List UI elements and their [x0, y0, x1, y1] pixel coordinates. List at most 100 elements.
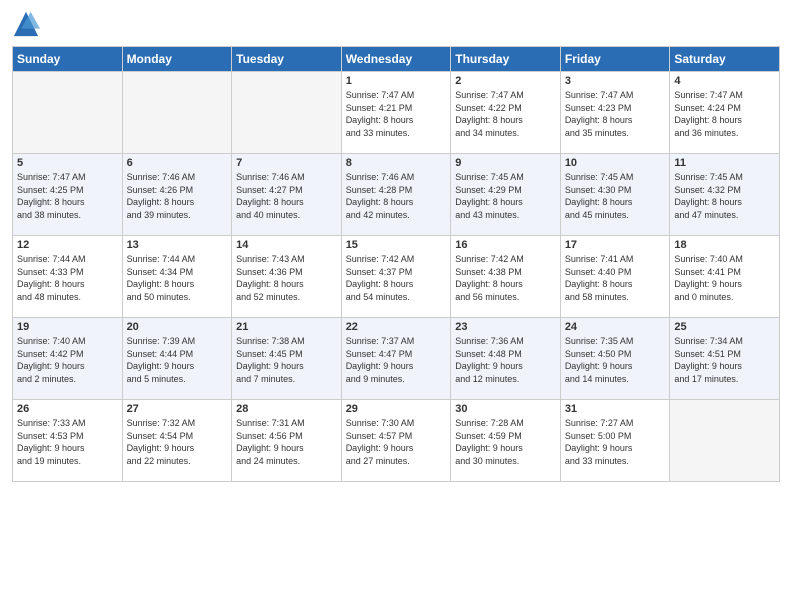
cell-content: Sunrise: 7:46 AM Sunset: 4:26 PM Dayligh…: [127, 171, 228, 221]
day-number: 20: [127, 321, 228, 333]
cell-content: Sunrise: 7:35 AM Sunset: 4:50 PM Dayligh…: [565, 335, 666, 385]
cell-content: Sunrise: 7:33 AM Sunset: 4:53 PM Dayligh…: [17, 417, 118, 467]
calendar-cell: 30 Sunrise: 7:28 AM Sunset: 4:59 PM Dayli…: [451, 400, 561, 482]
cell-content: Sunrise: 7:47 AM Sunset: 4:21 PM Dayligh…: [346, 89, 447, 139]
cell-content: Sunrise: 7:40 AM Sunset: 4:42 PM Dayligh…: [17, 335, 118, 385]
calendar-cell: 22 Sunrise: 7:37 AM Sunset: 4:47 PM Dayli…: [341, 318, 451, 400]
calendar-header-row: SundayMondayTuesdayWednesdayThursdayFrid…: [13, 47, 780, 72]
calendar-cell: 16 Sunrise: 7:42 AM Sunset: 4:38 PM Dayli…: [451, 236, 561, 318]
calendar-cell: 6 Sunrise: 7:46 AM Sunset: 4:26 PM Daylig…: [122, 154, 232, 236]
cell-content: Sunrise: 7:46 AM Sunset: 4:28 PM Dayligh…: [346, 171, 447, 221]
cell-content: Sunrise: 7:44 AM Sunset: 4:33 PM Dayligh…: [17, 253, 118, 303]
day-number: 24: [565, 321, 666, 333]
day-number: 7: [236, 157, 337, 169]
day-number: 3: [565, 75, 666, 87]
cell-content: Sunrise: 7:46 AM Sunset: 4:27 PM Dayligh…: [236, 171, 337, 221]
day-number: 27: [127, 403, 228, 415]
calendar-cell: 24 Sunrise: 7:35 AM Sunset: 4:50 PM Dayli…: [560, 318, 670, 400]
logo: [12, 10, 44, 38]
cell-content: Sunrise: 7:45 AM Sunset: 4:29 PM Dayligh…: [455, 171, 556, 221]
cell-content: Sunrise: 7:40 AM Sunset: 4:41 PM Dayligh…: [674, 253, 775, 303]
cell-content: Sunrise: 7:47 AM Sunset: 4:25 PM Dayligh…: [17, 171, 118, 221]
cell-content: Sunrise: 7:28 AM Sunset: 4:59 PM Dayligh…: [455, 417, 556, 467]
day-number: 28: [236, 403, 337, 415]
day-number: 6: [127, 157, 228, 169]
cell-content: Sunrise: 7:47 AM Sunset: 4:24 PM Dayligh…: [674, 89, 775, 139]
calendar-cell: 12Sunrise: 7:44 AM Sunset: 4:33 PM Dayli…: [13, 236, 123, 318]
day-number: 4: [674, 75, 775, 87]
day-header-sunday: Sunday: [13, 47, 123, 72]
day-number: 16: [455, 239, 556, 251]
day-number: 10: [565, 157, 666, 169]
calendar-cell: 26 Sunrise: 7:33 AM Sunset: 4:53 PM Dayli…: [13, 400, 123, 482]
day-number: 17: [565, 239, 666, 251]
cell-content: Sunrise: 7:36 AM Sunset: 4:48 PM Dayligh…: [455, 335, 556, 385]
calendar-cell: 9 Sunrise: 7:45 AM Sunset: 4:29 PM Daylig…: [451, 154, 561, 236]
day-number: 31: [565, 403, 666, 415]
calendar-week-row: 26 Sunrise: 7:33 AM Sunset: 4:53 PM Dayli…: [13, 400, 780, 482]
calendar-cell: 1 Sunrise: 7:47 AM Sunset: 4:21 PM Daylig…: [341, 72, 451, 154]
calendar-cell: 8 Sunrise: 7:46 AM Sunset: 4:28 PM Daylig…: [341, 154, 451, 236]
day-number: 8: [346, 157, 447, 169]
cell-content: Sunrise: 7:38 AM Sunset: 4:45 PM Dayligh…: [236, 335, 337, 385]
day-number: 18: [674, 239, 775, 251]
day-number: 26: [17, 403, 118, 415]
cell-content: Sunrise: 7:37 AM Sunset: 4:47 PM Dayligh…: [346, 335, 447, 385]
day-number: 30: [455, 403, 556, 415]
calendar-cell: 15 Sunrise: 7:42 AM Sunset: 4:37 PM Dayli…: [341, 236, 451, 318]
cell-content: Sunrise: 7:45 AM Sunset: 4:32 PM Dayligh…: [674, 171, 775, 221]
calendar-cell: 18 Sunrise: 7:40 AM Sunset: 4:41 PM Dayli…: [670, 236, 780, 318]
day-number: 23: [455, 321, 556, 333]
cell-content: Sunrise: 7:47 AM Sunset: 4:23 PM Dayligh…: [565, 89, 666, 139]
day-number: 5: [17, 157, 118, 169]
day-number: 14: [236, 239, 337, 251]
calendar: SundayMondayTuesdayWednesdayThursdayFrid…: [12, 46, 780, 482]
calendar-cell: 4 Sunrise: 7:47 AM Sunset: 4:24 PM Daylig…: [670, 72, 780, 154]
day-number: 25: [674, 321, 775, 333]
day-number: 2: [455, 75, 556, 87]
day-number: 19: [17, 321, 118, 333]
day-number: 15: [346, 239, 447, 251]
calendar-cell: 25Sunrise: 7:34 AM Sunset: 4:51 PM Dayli…: [670, 318, 780, 400]
day-number: 13: [127, 239, 228, 251]
calendar-cell: 2 Sunrise: 7:47 AM Sunset: 4:22 PM Daylig…: [451, 72, 561, 154]
day-header-monday: Monday: [122, 47, 232, 72]
cell-content: Sunrise: 7:45 AM Sunset: 4:30 PM Dayligh…: [565, 171, 666, 221]
cell-content: Sunrise: 7:42 AM Sunset: 4:38 PM Dayligh…: [455, 253, 556, 303]
cell-content: Sunrise: 7:43 AM Sunset: 4:36 PM Dayligh…: [236, 253, 337, 303]
calendar-cell: 21Sunrise: 7:38 AM Sunset: 4:45 PM Dayli…: [232, 318, 342, 400]
day-number: 29: [346, 403, 447, 415]
cell-content: Sunrise: 7:32 AM Sunset: 4:54 PM Dayligh…: [127, 417, 228, 467]
day-header-tuesday: Tuesday: [232, 47, 342, 72]
calendar-cell: 17Sunrise: 7:41 AM Sunset: 4:40 PM Dayli…: [560, 236, 670, 318]
calendar-cell: 23 Sunrise: 7:36 AM Sunset: 4:48 PM Dayli…: [451, 318, 561, 400]
cell-content: Sunrise: 7:42 AM Sunset: 4:37 PM Dayligh…: [346, 253, 447, 303]
calendar-cell: [122, 72, 232, 154]
calendar-cell: [232, 72, 342, 154]
calendar-week-row: 5 Sunrise: 7:47 AM Sunset: 4:25 PM Daylig…: [13, 154, 780, 236]
cell-content: Sunrise: 7:39 AM Sunset: 4:44 PM Dayligh…: [127, 335, 228, 385]
logo-icon: [12, 10, 40, 38]
calendar-cell: 31Sunrise: 7:27 AM Sunset: 5:00 PM Dayli…: [560, 400, 670, 482]
calendar-cell: 27 Sunrise: 7:32 AM Sunset: 4:54 PM Dayli…: [122, 400, 232, 482]
calendar-cell: 11 Sunrise: 7:45 AM Sunset: 4:32 PM Dayli…: [670, 154, 780, 236]
page-container: SundayMondayTuesdayWednesdayThursdayFrid…: [0, 0, 792, 612]
day-header-wednesday: Wednesday: [341, 47, 451, 72]
cell-content: Sunrise: 7:31 AM Sunset: 4:56 PM Dayligh…: [236, 417, 337, 467]
day-number: 11: [674, 157, 775, 169]
calendar-cell: 10 Sunrise: 7:45 AM Sunset: 4:30 PM Dayli…: [560, 154, 670, 236]
day-header-saturday: Saturday: [670, 47, 780, 72]
day-number: 9: [455, 157, 556, 169]
header: [12, 10, 780, 38]
calendar-week-row: 12Sunrise: 7:44 AM Sunset: 4:33 PM Dayli…: [13, 236, 780, 318]
cell-content: Sunrise: 7:47 AM Sunset: 4:22 PM Dayligh…: [455, 89, 556, 139]
calendar-week-row: 1 Sunrise: 7:47 AM Sunset: 4:21 PM Daylig…: [13, 72, 780, 154]
day-number: 1: [346, 75, 447, 87]
calendar-cell: 13Sunrise: 7:44 AM Sunset: 4:34 PM Dayli…: [122, 236, 232, 318]
calendar-cell: 3 Sunrise: 7:47 AM Sunset: 4:23 PM Daylig…: [560, 72, 670, 154]
day-number: 22: [346, 321, 447, 333]
calendar-cell: 7 Sunrise: 7:46 AM Sunset: 4:27 PM Daylig…: [232, 154, 342, 236]
calendar-cell: 28 Sunrise: 7:31 AM Sunset: 4:56 PM Dayli…: [232, 400, 342, 482]
calendar-cell: 20 Sunrise: 7:39 AM Sunset: 4:44 PM Dayli…: [122, 318, 232, 400]
calendar-cell: 29Sunrise: 7:30 AM Sunset: 4:57 PM Dayli…: [341, 400, 451, 482]
